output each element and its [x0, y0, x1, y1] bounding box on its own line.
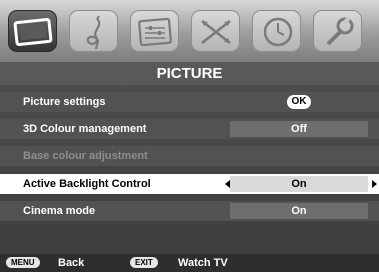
row-value[interactable]: Off — [230, 121, 368, 137]
setup-icon — [201, 20, 231, 44]
menu-row-3d-colour-management[interactable]: 3D Colour management Off — [0, 119, 379, 139]
picture-icon — [13, 17, 53, 47]
footer-bar: MENU Back EXIT Watch TV — [0, 254, 379, 272]
timer-icon — [263, 17, 293, 47]
row-label: 3D Colour management — [23, 123, 147, 135]
menu-row-picture-settings[interactable]: Picture settings OK — [0, 92, 379, 112]
setup-tab[interactable] — [191, 10, 240, 52]
exit-key-icon[interactable]: EXIT — [130, 257, 158, 268]
sound-tab[interactable] — [69, 10, 118, 52]
menu-row-cinema-mode[interactable]: Cinema mode On — [0, 201, 379, 221]
menu-row-base-colour-adjustment: Base colour adjustment — [0, 146, 379, 166]
picture-tab[interactable] — [8, 10, 57, 52]
row-value[interactable]: On — [230, 176, 368, 192]
tv-menu-screen: PICTURE Picture settings OK 3D Colour ma… — [0, 0, 379, 272]
sound-icon — [86, 15, 101, 50]
menu-title: PICTURE — [0, 62, 379, 85]
ok-button-icon[interactable]: OK — [287, 95, 311, 109]
arrow-right-icon[interactable] — [372, 180, 377, 188]
row-label: Base colour adjustment — [23, 150, 148, 162]
menu-icon-bar — [0, 0, 379, 62]
watch-tv-label: Watch TV — [178, 257, 228, 269]
menu-row-active-backlight-control[interactable]: Active Backlight Control On — [0, 174, 379, 194]
row-label: Cinema mode — [23, 205, 96, 217]
settings-tab[interactable] — [313, 10, 362, 52]
settings-icon — [326, 16, 354, 46]
row-label: Active Backlight Control — [23, 178, 151, 190]
row-value[interactable]: On — [230, 203, 368, 219]
back-label: Back — [58, 257, 85, 269]
timer-tab[interactable] — [252, 10, 301, 52]
preferences-tab[interactable] — [130, 10, 179, 52]
row-label: Picture settings — [23, 96, 106, 108]
menu-key-icon[interactable]: MENU — [6, 257, 40, 268]
preferences-icon — [138, 17, 172, 47]
